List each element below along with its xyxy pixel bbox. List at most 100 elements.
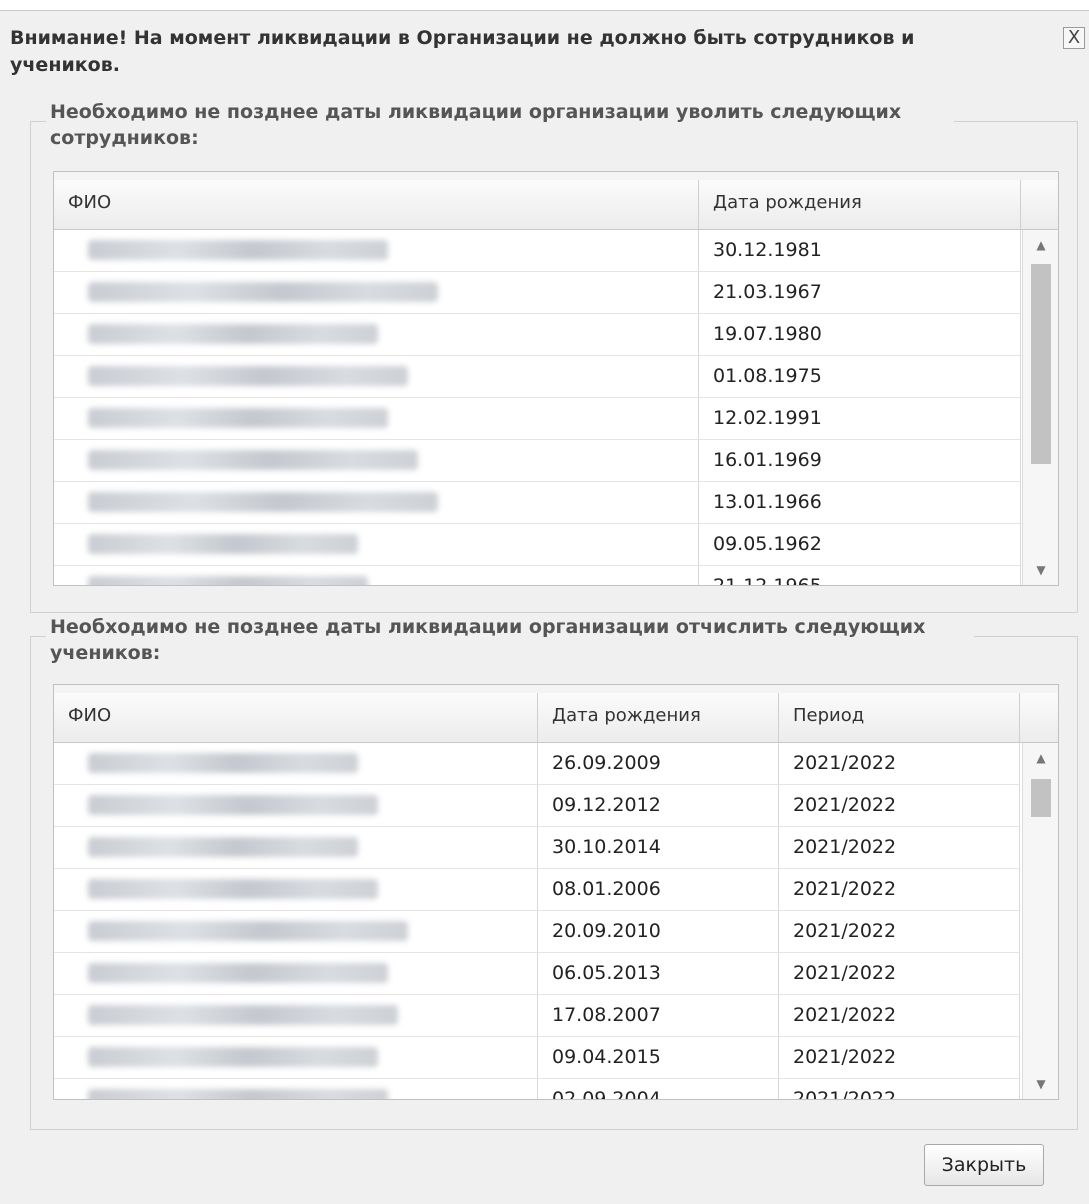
birth-date-cell: 26.09.2009 xyxy=(538,743,779,785)
fio-cell xyxy=(54,995,538,1037)
redacted-name xyxy=(88,576,368,585)
fio-cell xyxy=(54,911,538,953)
redacted-name xyxy=(88,1089,388,1099)
redacted-name xyxy=(88,1047,378,1067)
employees-scrollbar[interactable]: ▲ ▼ xyxy=(1022,230,1058,585)
redacted-name xyxy=(88,240,388,260)
students-scrollbar[interactable]: ▲ ▼ xyxy=(1022,743,1058,1099)
table-row[interactable]: 26.09.2009 2021/2022 xyxy=(54,743,1024,785)
fio-cell xyxy=(54,566,699,585)
scrollbar-thumb[interactable] xyxy=(1031,779,1051,817)
table-row[interactable]: 21.03.1967 xyxy=(54,272,1024,314)
redacted-name xyxy=(88,324,378,344)
redacted-name xyxy=(88,492,438,512)
table-row[interactable]: 17.08.2007 2021/2022 xyxy=(54,995,1024,1037)
birth-date-cell: 06.05.2013 xyxy=(538,953,779,995)
birth-date-cell: 02.09.2004 xyxy=(538,1079,779,1099)
table-row[interactable]: 09.05.1962 xyxy=(54,524,1024,566)
arrow-down-icon[interactable]: ▼ xyxy=(1023,1073,1058,1095)
birth-date-cell: 30.12.1981 xyxy=(699,230,1021,272)
redacted-name xyxy=(88,534,358,554)
column-header-period[interactable]: Период xyxy=(779,693,1020,742)
column-header-birth-date[interactable]: Дата рождения xyxy=(699,180,1021,229)
table-row[interactable]: 16.01.1969 xyxy=(54,440,1024,482)
table-row[interactable]: 13.01.1966 xyxy=(54,482,1024,524)
arrow-up-icon[interactable]: ▲ xyxy=(1023,234,1058,256)
period-cell: 2021/2022 xyxy=(779,785,1020,827)
birth-date-cell: 01.08.1975 xyxy=(699,356,1021,398)
birth-date-cell: 09.12.2012 xyxy=(538,785,779,827)
fio-cell xyxy=(54,785,538,827)
period-cell: 2021/2022 xyxy=(779,1079,1020,1099)
table-row[interactable]: 02.09.2004 2021/2022 xyxy=(54,1079,1024,1099)
birth-date-cell: 13.01.1966 xyxy=(699,482,1021,524)
birth-date-cell: 20.09.2010 xyxy=(538,911,779,953)
table-row[interactable]: 12.02.1991 xyxy=(54,398,1024,440)
period-cell: 2021/2022 xyxy=(779,1037,1020,1079)
fio-cell xyxy=(54,827,538,869)
redacted-name xyxy=(88,753,358,773)
fio-cell xyxy=(54,440,699,482)
period-cell: 2021/2022 xyxy=(779,869,1020,911)
birth-date-cell: 30.10.2014 xyxy=(538,827,779,869)
redacted-name xyxy=(88,408,388,428)
fio-cell xyxy=(54,953,538,995)
redacted-name xyxy=(88,450,418,470)
employees-grid-header: ФИО Дата рождения xyxy=(54,172,1058,230)
employees-legend: Необходимо не позднее даты ликвидации ор… xyxy=(46,99,954,151)
table-row[interactable]: 19.07.1980 xyxy=(54,314,1024,356)
birth-date-cell: 19.07.1980 xyxy=(699,314,1021,356)
table-row[interactable]: 21.12.1965 xyxy=(54,566,1024,585)
fio-cell xyxy=(54,524,699,566)
redacted-name xyxy=(88,795,378,815)
table-row[interactable]: 09.04.2015 2021/2022 xyxy=(54,1037,1024,1079)
birth-date-cell: 09.04.2015 xyxy=(538,1037,779,1079)
dialog-title: Внимание! На момент ликвидации в Организ… xyxy=(10,27,915,76)
birth-date-cell: 12.02.1991 xyxy=(699,398,1021,440)
redacted-name xyxy=(88,282,438,302)
fio-cell xyxy=(54,743,538,785)
close-button[interactable]: Закрыть xyxy=(924,1144,1044,1186)
period-cell: 2021/2022 xyxy=(779,953,1020,995)
period-cell: 2021/2022 xyxy=(779,911,1020,953)
birth-date-cell: 21.12.1965 xyxy=(699,566,1021,585)
column-header-fio[interactable]: ФИО xyxy=(54,180,699,229)
fio-cell xyxy=(54,314,699,356)
redacted-name xyxy=(88,963,388,983)
redacted-name xyxy=(88,366,408,386)
fio-cell xyxy=(54,482,699,524)
table-row[interactable]: 30.10.2014 2021/2022 xyxy=(54,827,1024,869)
redacted-name xyxy=(88,1005,398,1025)
redacted-name xyxy=(88,837,358,857)
fio-cell xyxy=(54,356,699,398)
table-row[interactable]: 01.08.1975 xyxy=(54,356,1024,398)
arrow-up-icon[interactable]: ▲ xyxy=(1023,747,1058,769)
students-legend: Необходимо не позднее даты ликвидации ор… xyxy=(46,614,974,666)
birth-date-cell: 16.01.1969 xyxy=(699,440,1021,482)
arrow-down-icon[interactable]: ▼ xyxy=(1023,559,1058,581)
fio-cell xyxy=(54,1037,538,1079)
period-cell: 2021/2022 xyxy=(779,995,1020,1037)
redacted-name xyxy=(88,879,378,899)
birth-date-cell: 17.08.2007 xyxy=(538,995,779,1037)
column-header-fio[interactable]: ФИО xyxy=(54,693,538,742)
table-row[interactable]: 06.05.2013 2021/2022 xyxy=(54,953,1024,995)
scrollbar-thumb[interactable] xyxy=(1031,264,1051,464)
table-row[interactable]: 20.09.2010 2021/2022 xyxy=(54,911,1024,953)
close-icon[interactable]: X xyxy=(1063,27,1085,49)
table-row[interactable]: 09.12.2012 2021/2022 xyxy=(54,785,1024,827)
column-header-birth-date[interactable]: Дата рождения xyxy=(538,693,779,742)
redacted-name xyxy=(88,921,408,941)
table-row[interactable]: 08.01.2006 2021/2022 xyxy=(54,869,1024,911)
fio-cell xyxy=(54,398,699,440)
birth-date-cell: 09.05.1962 xyxy=(699,524,1021,566)
period-cell: 2021/2022 xyxy=(779,827,1020,869)
period-cell: 2021/2022 xyxy=(779,743,1020,785)
fio-cell xyxy=(54,230,699,272)
employees-grid: ФИО Дата рождения 30.12.1981 21.03.1967 19… xyxy=(53,171,1059,586)
students-grid: ФИО Дата рождения Период 26.09.2009 2021/… xyxy=(53,684,1059,1100)
birth-date-cell: 21.03.1967 xyxy=(699,272,1021,314)
table-row[interactable]: 30.12.1981 xyxy=(54,230,1024,272)
fio-cell xyxy=(54,1079,538,1099)
students-grid-header: ФИО Дата рождения Период xyxy=(54,685,1058,743)
